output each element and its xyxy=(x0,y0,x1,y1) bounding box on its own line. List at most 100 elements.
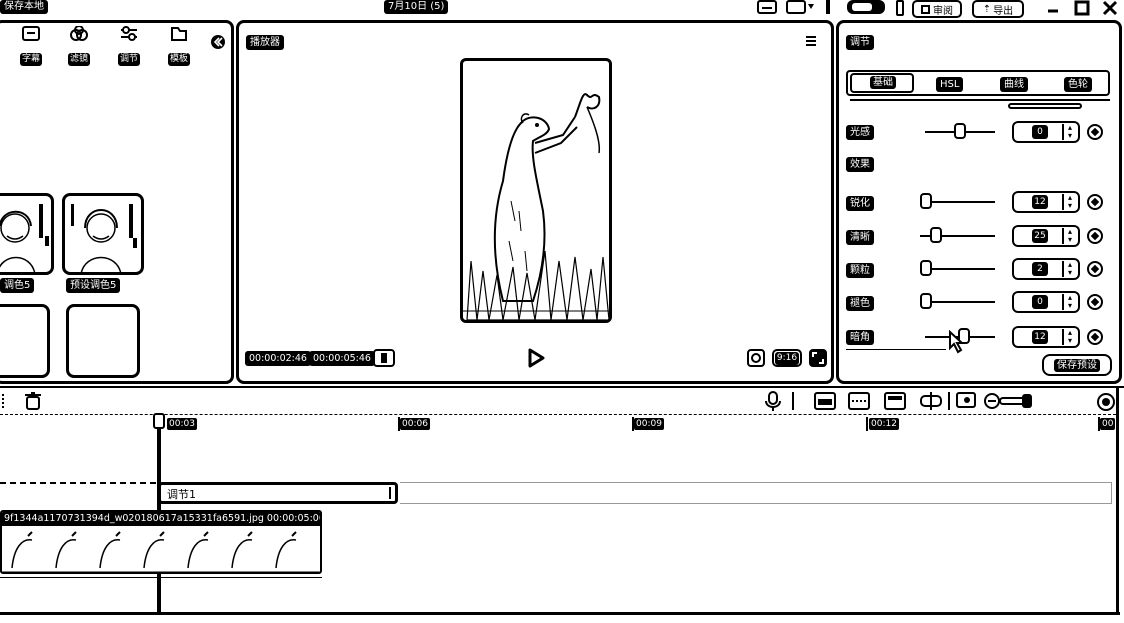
close-icon[interactable] xyxy=(1102,0,1118,16)
maximize-icon[interactable] xyxy=(1074,0,1090,16)
timecode-toggle-icon[interactable] xyxy=(373,349,395,367)
review-icon xyxy=(921,4,930,14)
keyframe-icon[interactable] xyxy=(1087,124,1103,140)
empty-preset-slot[interactable] xyxy=(66,304,140,378)
grain-stepper[interactable]: ▴ ▾ xyxy=(1062,261,1076,277)
fade-slider-knob[interactable] xyxy=(920,293,932,309)
current-time: 00:00:02:46 xyxy=(245,351,311,366)
clarity-stepper[interactable]: ▴ ▾ xyxy=(1062,228,1076,244)
preset-thumbnail[interactable] xyxy=(0,193,54,275)
clip-filmstrip xyxy=(2,531,320,572)
fade-stepper[interactable]: ▴ ▾ xyxy=(1062,294,1076,310)
face-icon xyxy=(71,204,137,272)
preset-thumbnail[interactable] xyxy=(62,193,144,275)
brightness-input[interactable]: 0 ▴ ▾ xyxy=(1012,121,1080,143)
sharpen-input[interactable]: 12 ▴ ▾ xyxy=(1012,191,1080,213)
tab-adjust[interactable]: 调节 xyxy=(116,26,142,66)
adjust-effect-clip[interactable]: 调节1 xyxy=(158,482,398,504)
face-icon xyxy=(0,204,49,272)
panel-scrollbar[interactable] xyxy=(1008,103,1082,109)
ruler-tick-label: 00:09 xyxy=(634,418,664,430)
fade-input[interactable]: 0 ▴ ▾ xyxy=(1012,291,1080,313)
zoom-out-icon[interactable] xyxy=(984,392,1034,410)
linkage-icon[interactable] xyxy=(884,392,906,410)
snap-icon[interactable] xyxy=(848,392,870,410)
aspect-ratio-button[interactable]: 9:16 xyxy=(772,349,802,367)
review-button[interactable]: 审阅 xyxy=(912,0,962,18)
ruler-tick xyxy=(632,417,634,431)
project-title: 7月10日 (5) xyxy=(384,0,449,14)
track-guide xyxy=(0,482,156,484)
timeline-right-border xyxy=(1116,388,1119,615)
ruler-ticks xyxy=(0,414,1116,415)
clarity-slider-knob[interactable] xyxy=(930,227,942,243)
effect-track-lane xyxy=(400,482,1112,504)
divider xyxy=(948,392,950,410)
filter-icon xyxy=(70,25,88,41)
export-label: 导出 xyxy=(993,5,1014,17)
playhead-handle[interactable] xyxy=(153,413,165,429)
tab-template-label: 模板 xyxy=(167,53,190,66)
keyframe-icon[interactable] xyxy=(1087,194,1103,210)
collapse-panel-icon[interactable] xyxy=(210,34,226,50)
brightness-value: 0 xyxy=(1032,125,1048,139)
effect-label: 效果 xyxy=(846,157,874,172)
screenshot-icon[interactable] xyxy=(746,348,766,368)
delete-icon[interactable] xyxy=(24,392,42,410)
ruler-tick-label: 00:06 xyxy=(400,418,430,430)
squirrel-image xyxy=(463,93,609,320)
save-preset-button[interactable]: 保存预设 xyxy=(1042,354,1112,376)
adjust-title: 调节 xyxy=(846,35,874,50)
tab-basic[interactable]: 基础 xyxy=(850,73,914,93)
brightness-slider-knob[interactable] xyxy=(954,123,966,139)
zoom-in-icon[interactable] xyxy=(1096,392,1116,412)
zoom-fit-icon[interactable] xyxy=(956,392,978,410)
clip-trim-handle[interactable] xyxy=(389,487,391,499)
tab-color-wheel[interactable]: 色轮 xyxy=(1064,77,1092,92)
clarity-value: 25 xyxy=(1032,229,1048,243)
save-local-button[interactable]: 保存本地 xyxy=(0,0,48,14)
minimize-icon[interactable] xyxy=(1046,2,1060,16)
adjust-icon xyxy=(121,26,137,41)
layout-icon[interactable] xyxy=(786,0,816,14)
empty-preset-slot[interactable] xyxy=(0,304,50,378)
grain-input[interactable]: 2 ▴ ▾ xyxy=(1012,258,1080,280)
aspect-ratio-label: 9:16 xyxy=(774,351,800,365)
vignette-stepper[interactable]: ▴ ▾ xyxy=(1062,329,1076,345)
export-icon: ⇡ xyxy=(982,3,992,15)
clarity-label: 清晰 xyxy=(846,230,874,245)
microphone-icon[interactable] xyxy=(764,391,782,411)
keyboard-icon[interactable] xyxy=(757,0,777,14)
export-button[interactable]: ⇡ 导出 xyxy=(972,0,1024,18)
play-icon[interactable] xyxy=(527,348,545,368)
video-preview[interactable] xyxy=(460,58,612,323)
ruler-tick-label: 00:12 xyxy=(869,418,899,430)
preview-axis-icon[interactable] xyxy=(920,392,942,410)
main-track-icon[interactable] xyxy=(814,392,836,410)
brightness-stepper[interactable]: ▴ ▾ xyxy=(1062,124,1076,140)
tab-adjust-label: 调节 xyxy=(117,53,140,66)
tab-hsl[interactable]: HSL xyxy=(936,77,964,92)
vignette-input[interactable]: 12 ▴ ▾ xyxy=(1012,326,1080,348)
text-icon xyxy=(22,26,40,41)
adjust-clip-label: 调节1 xyxy=(167,488,196,501)
sharpen-slider-knob[interactable] xyxy=(920,193,932,209)
sharpen-slider[interactable] xyxy=(925,201,995,203)
tab-filter[interactable]: 滤镜 xyxy=(66,25,92,66)
video-clip[interactable]: 9f1344a1170731394d_w020180617a15331fa659… xyxy=(0,510,322,574)
tab-text[interactable]: 字幕 xyxy=(18,26,44,66)
keyframe-icon[interactable] xyxy=(1087,228,1103,244)
vip-icon[interactable] xyxy=(846,0,886,16)
tab-template[interactable]: 模板 xyxy=(166,26,192,66)
keyframe-icon[interactable] xyxy=(1087,329,1103,345)
timeline-divider xyxy=(0,386,1124,388)
clarity-input[interactable]: 25 ▴ ▾ xyxy=(1012,225,1080,247)
keyframe-icon[interactable] xyxy=(1087,261,1103,277)
fullscreen-icon[interactable] xyxy=(808,348,828,368)
keyframe-icon[interactable] xyxy=(1087,294,1103,310)
tab-curve[interactable]: 曲线 xyxy=(1000,77,1028,92)
grain-slider-knob[interactable] xyxy=(920,260,932,276)
player-menu-icon[interactable] xyxy=(804,34,818,48)
sharpen-stepper[interactable]: ▴ ▾ xyxy=(1062,194,1076,210)
clip-shadow xyxy=(0,577,322,578)
